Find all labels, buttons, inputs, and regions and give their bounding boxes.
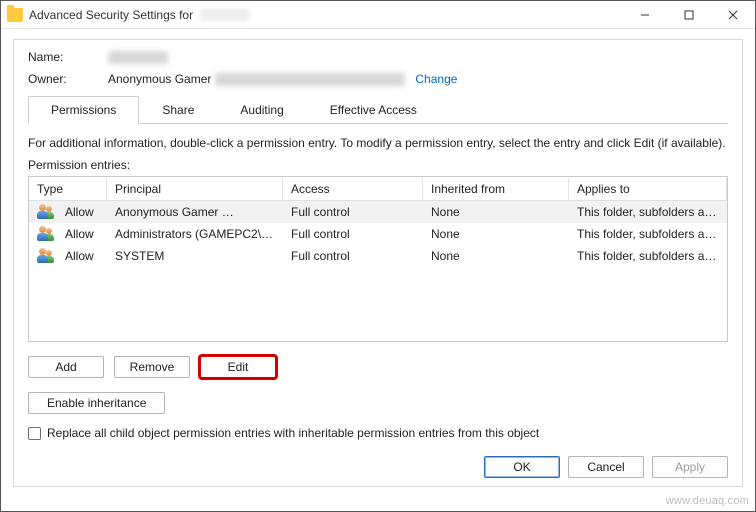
watermark: www.deuaq.com	[666, 495, 749, 507]
dialog-buttons: OK Cancel Apply	[484, 456, 728, 478]
row-applies: This folder, subfolders and files	[569, 225, 727, 243]
name-label: Name:	[28, 50, 108, 64]
row-type: Allow	[57, 225, 107, 243]
owner-row: Owner: Anonymous Gamer Change	[28, 72, 728, 86]
tab-share[interactable]: Share	[139, 96, 217, 123]
row-access: Full control	[283, 247, 423, 265]
enable-inheritance-button[interactable]: Enable inheritance	[28, 392, 165, 414]
col-principal[interactable]: Principal	[107, 178, 283, 200]
window-title: Advanced Security Settings for	[29, 8, 250, 22]
principal-icon	[29, 224, 57, 244]
principal-icon	[29, 202, 57, 222]
folder-icon	[7, 8, 23, 22]
action-buttons: Add Remove Edit	[28, 356, 728, 378]
edit-button[interactable]: Edit	[200, 356, 276, 378]
tab-permissions[interactable]: Permissions	[28, 96, 139, 124]
change-owner-link[interactable]: Change	[415, 72, 457, 86]
col-access[interactable]: Access	[283, 178, 423, 200]
grid-header: Type Principal Access Inherited from App…	[29, 177, 727, 201]
window-title-text: Advanced Security Settings for	[29, 8, 193, 22]
table-row[interactable]: Allow Anonymous Gamer Full control None …	[29, 201, 727, 223]
row-principal: Administrators (GAMEPC2\A...	[107, 225, 283, 243]
row-applies: This folder, subfolders and files	[569, 247, 727, 265]
window: Advanced Security Settings for Name: Own…	[0, 0, 756, 512]
maximize-button[interactable]	[667, 1, 711, 28]
row-applies: This folder, subfolders and files	[569, 203, 727, 221]
row-type: Allow	[57, 247, 107, 265]
tab-effective-access[interactable]: Effective Access	[307, 96, 440, 123]
minimize-button[interactable]	[623, 1, 667, 28]
owner-label: Owner:	[28, 72, 108, 86]
row-access: Full control	[283, 225, 423, 243]
replace-checkbox-label[interactable]: Replace all child object permission entr…	[47, 426, 539, 440]
row-type: Allow	[57, 203, 107, 221]
tab-auditing[interactable]: Auditing	[217, 96, 306, 123]
apply-button[interactable]: Apply	[652, 456, 728, 478]
principal-icon	[29, 246, 57, 266]
replace-checkbox[interactable]	[28, 427, 41, 440]
principal-redacted	[222, 207, 276, 218]
cancel-button[interactable]: Cancel	[568, 456, 644, 478]
tabs: Permissions Share Auditing Effective Acc…	[28, 96, 728, 124]
row-principal: Anonymous Gamer	[107, 203, 283, 221]
main-panel: Name: Owner: Anonymous Gamer Change Perm…	[13, 39, 743, 487]
replace-checkbox-row: Replace all child object permission entr…	[28, 426, 728, 440]
row-inherited: None	[423, 203, 569, 221]
info-text: For additional information, double-click…	[28, 136, 728, 150]
window-controls	[623, 1, 755, 28]
window-title-redacted	[200, 9, 250, 21]
col-applies[interactable]: Applies to	[569, 178, 727, 200]
permissions-grid[interactable]: Type Principal Access Inherited from App…	[28, 176, 728, 342]
ok-button[interactable]: OK	[484, 456, 560, 478]
row-principal-text: Anonymous Gamer	[115, 205, 218, 219]
remove-button[interactable]: Remove	[114, 356, 190, 378]
row-principal: SYSTEM	[107, 247, 283, 265]
col-type[interactable]: Type	[29, 178, 107, 200]
name-row: Name:	[28, 50, 728, 64]
owner-value-redacted	[215, 73, 405, 86]
row-inherited: None	[423, 225, 569, 243]
row-access: Full control	[283, 203, 423, 221]
entries-label: Permission entries:	[28, 158, 728, 172]
table-row[interactable]: Allow SYSTEM Full control None This fold…	[29, 245, 727, 267]
add-button[interactable]: Add	[28, 356, 104, 378]
name-value-redacted	[108, 51, 168, 64]
table-row[interactable]: Allow Administrators (GAMEPC2\A... Full …	[29, 223, 727, 245]
enable-inheritance-row: Enable inheritance	[28, 392, 728, 414]
row-inherited: None	[423, 247, 569, 265]
close-button[interactable]	[711, 1, 755, 28]
titlebar: Advanced Security Settings for	[1, 1, 755, 29]
col-inherited[interactable]: Inherited from	[423, 178, 569, 200]
owner-value: Anonymous Gamer	[108, 72, 211, 86]
